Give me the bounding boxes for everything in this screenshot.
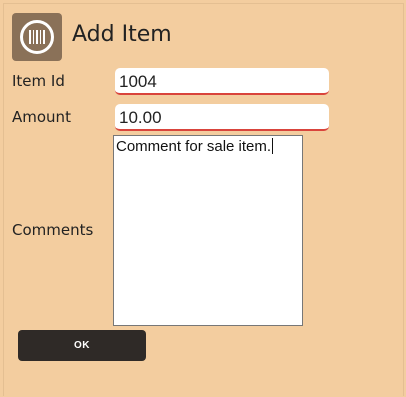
ok-button[interactable]: OK (18, 330, 146, 361)
item-id-field[interactable]: 1004 (115, 68, 329, 95)
comments-textarea[interactable]: Comment for sale item. (113, 135, 303, 326)
comments-label: Comments (12, 221, 94, 239)
text-caret (272, 138, 274, 154)
amount-field[interactable]: 10.00 (115, 104, 329, 131)
item-id-label: Item Id (12, 72, 65, 90)
comments-text: Comment for sale item. (116, 138, 272, 155)
barcode-icon (12, 13, 62, 61)
page-title: Add Item (72, 22, 172, 47)
amount-label: Amount (12, 108, 71, 126)
